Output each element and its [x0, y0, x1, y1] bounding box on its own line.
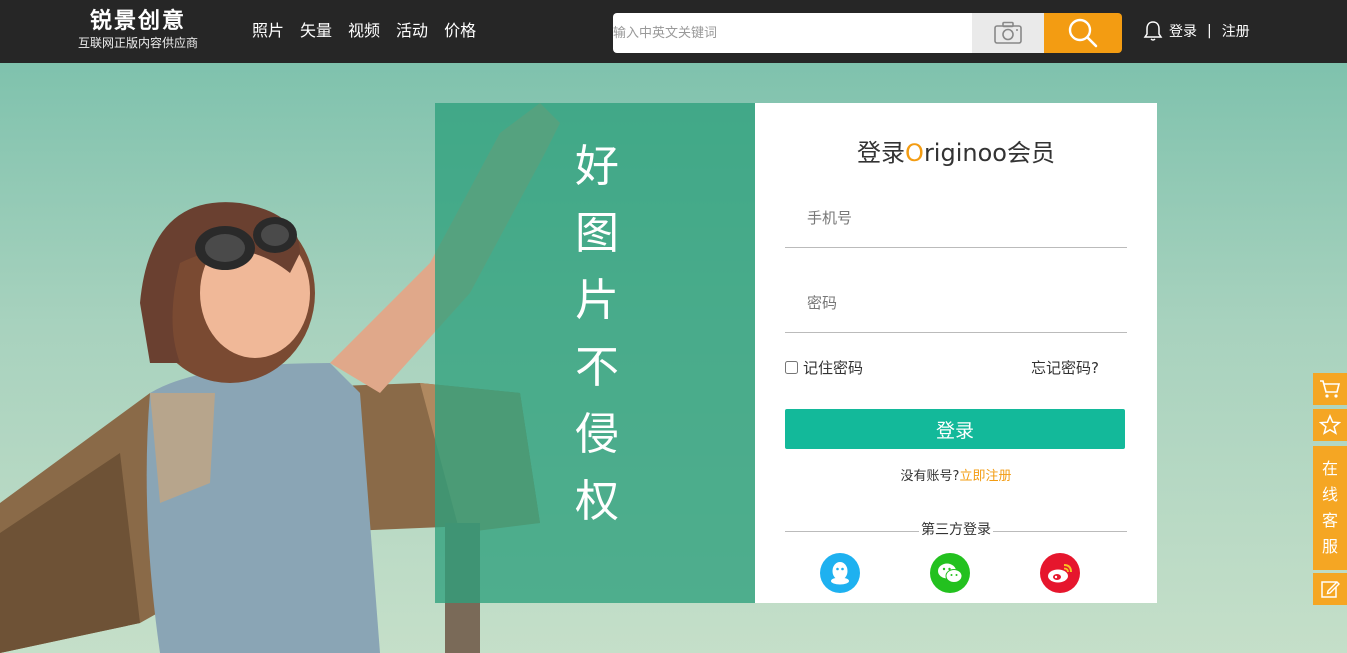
- register-prompt: 没有账号?立即注册: [755, 465, 1157, 484]
- remember-label: 记住密码: [803, 359, 864, 377]
- forgot-password-link[interactable]: 忘记密码?: [1031, 357, 1099, 378]
- image-search-button[interactable]: [972, 13, 1044, 53]
- weibo-icon: [1048, 564, 1072, 583]
- cart-icon: [1320, 380, 1341, 398]
- login-panel: 登录Originoo会员 记住密码 忘记密码? 登录 没有账号?立即注册 第三方…: [755, 103, 1157, 603]
- no-account-text: 没有账号?: [900, 469, 960, 484]
- service-char: 服: [1321, 537, 1338, 556]
- header-separator: |: [1207, 23, 1212, 39]
- remember-password[interactable]: 记住密码: [785, 357, 863, 378]
- header-register-link[interactable]: 注册: [1222, 21, 1250, 41]
- third-party-label: 第三方登录: [919, 522, 993, 538]
- phone-field: [785, 188, 1127, 248]
- login-button[interactable]: 登录: [785, 409, 1125, 449]
- header-login-link[interactable]: 登录: [1169, 21, 1197, 41]
- camera-icon: [994, 21, 1022, 44]
- search-box: [613, 13, 1122, 53]
- site-logo[interactable]: 锐景创意 互联网正版内容供应商: [68, 8, 208, 50]
- logo-title: 锐景创意: [89, 9, 186, 34]
- edit-icon: [1321, 581, 1340, 598]
- sidebar-cart-button[interactable]: [1313, 373, 1347, 405]
- nav-item-events[interactable]: 活动: [396, 20, 428, 42]
- search-icon: [1068, 18, 1098, 48]
- phone-input[interactable]: [785, 188, 1127, 247]
- qq-icon: [831, 562, 849, 585]
- slogan-text: 好 图 片 不 侵 权: [573, 133, 621, 535]
- sidebar-online-service-button[interactable]: 在 线 客 服: [1313, 446, 1347, 570]
- login-title: 登录Originoo会员: [755, 133, 1157, 168]
- service-char: 客: [1321, 511, 1338, 530]
- search-button[interactable]: [1044, 13, 1122, 53]
- service-char: 在: [1321, 459, 1338, 478]
- logo-subtitle: 互联网正版内容供应商: [77, 36, 198, 50]
- main-nav: 照片 矢量 视频 活动 价格: [252, 20, 476, 42]
- remember-checkbox[interactable]: [785, 361, 798, 374]
- sidebar-feedback-button[interactable]: [1313, 573, 1347, 605]
- service-char: 线: [1321, 485, 1338, 504]
- slogan-char: 图: [575, 208, 619, 259]
- bell-icon[interactable]: [1143, 20, 1163, 42]
- nav-item-vectors[interactable]: 矢量: [300, 20, 332, 42]
- top-header: 锐景创意 互联网正版内容供应商 照片 矢量 视频 活动 价格 输入中英文关键词 …: [0, 0, 1347, 63]
- slogan-panel: 好 图 片 不 侵 权: [435, 103, 755, 603]
- weibo-login-button[interactable]: [1040, 553, 1080, 593]
- search-input[interactable]: [613, 13, 972, 53]
- register-now-link[interactable]: 立即注册: [959, 469, 1011, 484]
- star-icon: [1319, 414, 1341, 435]
- wechat-icon: [938, 563, 963, 583]
- password-input[interactable]: [785, 273, 1127, 332]
- password-field: [785, 273, 1127, 333]
- slogan-char: 侵: [575, 409, 619, 460]
- wechat-login-button[interactable]: [930, 553, 970, 593]
- slogan-char: 不: [575, 342, 619, 393]
- slogan-char: 权: [575, 476, 619, 527]
- nav-item-photos[interactable]: 照片: [252, 20, 284, 42]
- qq-login-button[interactable]: [820, 553, 860, 593]
- login-title-suffix: riginoo会员: [923, 139, 1055, 167]
- sidebar-favorites-button[interactable]: [1313, 409, 1347, 441]
- login-title-prefix: 登录: [857, 139, 906, 167]
- slogan-char: 片: [575, 275, 619, 326]
- third-party-heading: 第三方登录: [755, 519, 1157, 539]
- login-title-accent: O: [905, 139, 924, 167]
- nav-item-videos[interactable]: 视频: [348, 20, 380, 42]
- nav-item-pricing[interactable]: 价格: [444, 20, 476, 42]
- user-area: 登录 | 注册: [1143, 20, 1250, 42]
- slogan-char: 好: [575, 141, 619, 192]
